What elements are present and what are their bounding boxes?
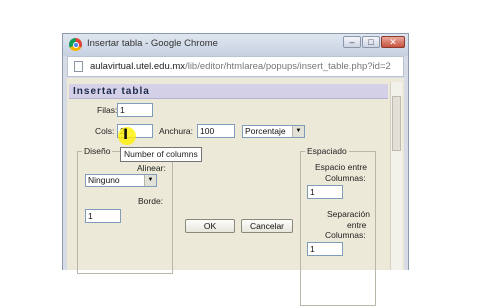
cancel-button[interactable]: Cancelar: [241, 219, 293, 233]
cell-padding-label-line2: entre: [347, 220, 367, 230]
vertical-scrollbar[interactable]: [390, 82, 402, 270]
width-label: Anchura:: [159, 126, 194, 136]
width-unit-select[interactable]: Porcentaje ▼: [242, 125, 305, 138]
cols-label: Cols:: [95, 126, 115, 136]
dialog-title: Insertar tabla: [69, 84, 388, 99]
title-bar[interactable]: Insertar tabla - Google Chrome – □ ✕: [63, 34, 408, 56]
cell-padding-label-line1: Separación: [327, 209, 371, 219]
chevron-down-icon: ▼: [292, 126, 304, 137]
align-value: Ninguno: [88, 175, 120, 185]
align-select[interactable]: Ninguno ▼: [85, 174, 157, 187]
rows-label: Filas:: [97, 105, 118, 115]
border-label: Borde:: [138, 196, 164, 206]
cell-padding-label-line3: Columnas:: [325, 230, 366, 240]
cell-spacing-input[interactable]: 1: [307, 185, 343, 199]
spacing-legend: Espaciado: [307, 146, 347, 156]
cell-spacing-label-line2: Columnas:: [325, 173, 366, 183]
page-icon: [74, 61, 83, 72]
rows-input[interactable]: 1: [117, 103, 153, 117]
url-host: aulavirtual.utel.edu.mx: [90, 61, 186, 72]
text-cursor-icon: I: [123, 127, 129, 143]
tooltip: Number of columns: [120, 147, 202, 162]
width-unit-value: Porcentaje: [245, 126, 286, 136]
window-controls: – □ ✕: [343, 36, 405, 48]
scrollbar-thumb[interactable]: [392, 96, 401, 151]
browser-popup-window: Insertar tabla - Google Chrome – □ ✕ aul…: [62, 33, 409, 306]
cell-padding-input[interactable]: 1: [307, 242, 343, 256]
minimize-button[interactable]: –: [343, 36, 361, 48]
dialog-content: Insertar tabla Filas: 1 Cols: 2 Anchura:…: [67, 78, 404, 306]
border-input[interactable]: 1: [85, 209, 121, 223]
close-button[interactable]: ✕: [381, 36, 405, 48]
cell-spacing-label-line1: Espacio entre: [315, 162, 367, 172]
width-input[interactable]: 100: [197, 124, 235, 138]
chrome-icon: [69, 38, 82, 51]
chevron-down-icon: ▼: [144, 175, 156, 186]
url-path: /lib/editor/htmlarea/popups/insert_table…: [185, 61, 391, 72]
align-label: Alinear:: [137, 163, 166, 173]
ok-button[interactable]: OK: [185, 219, 235, 233]
url-text: aulavirtual.utel.edu.mx/lib/editor/htmla…: [90, 61, 400, 72]
maximize-button[interactable]: □: [362, 36, 380, 48]
window-title: Insertar tabla - Google Chrome: [87, 38, 218, 49]
layout-legend: Diseño: [84, 146, 111, 156]
address-bar[interactable]: aulavirtual.utel.edu.mx/lib/editor/htmla…: [67, 56, 404, 77]
